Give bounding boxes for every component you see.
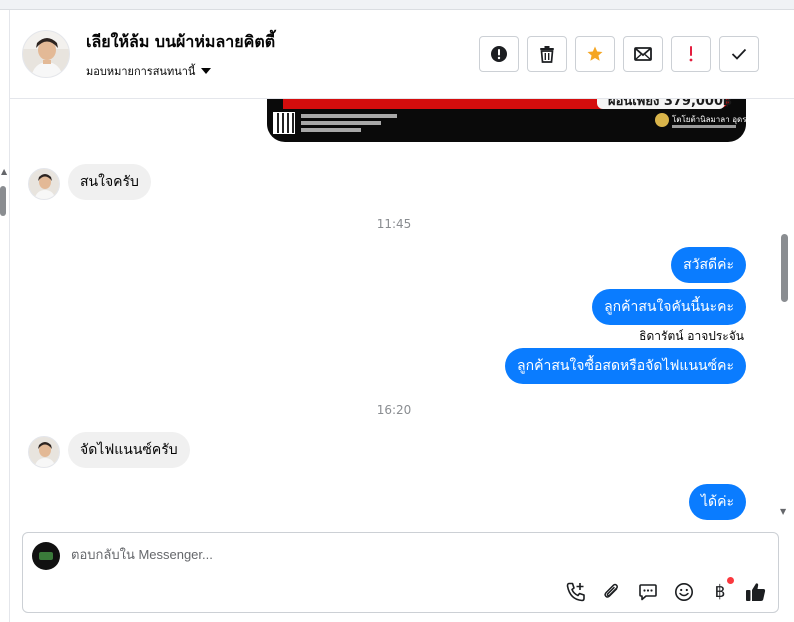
sender-name: ธิดารัตน์ อาจประจัน xyxy=(639,329,744,343)
image-attachment[interactable]: ผ่อนเพียง 379,000฿ โตโยต้านิลมาลา อุดรธา… xyxy=(267,99,746,142)
message-bubble-incoming[interactable]: จัดไฟแนนซ์ครับ xyxy=(68,432,190,468)
assign-conversation-dropdown[interactable]: มอบหมายการสนทนานี้ xyxy=(86,62,212,80)
paperclip-icon xyxy=(604,583,618,598)
mark-important-button[interactable] xyxy=(479,36,519,72)
contact-avatar-small[interactable] xyxy=(28,436,60,468)
thumbs-up-icon xyxy=(746,583,766,601)
page-avatar xyxy=(32,542,60,570)
contact-name[interactable]: เลียให้ล้ม บนผ้าห่มลายคิตตี้ xyxy=(86,30,275,55)
assign-label: มอบหมายการสนทนานี้ xyxy=(86,65,196,78)
message-bubble-incoming[interactable]: สนใจครับ xyxy=(68,164,151,200)
conversation-header: เลียให้ล้ม บนผ้าห่มลายคิตตี้ มอบหมายการส… xyxy=(10,10,794,99)
payment-button[interactable]: ฿ xyxy=(708,577,734,604)
saved-reply-button[interactable] xyxy=(636,580,660,604)
contact-avatar[interactable] xyxy=(22,30,70,78)
chat-scroll-down-arrow[interactable]: ▼ xyxy=(780,507,786,516)
check-icon xyxy=(731,48,747,60)
emoji-button[interactable] xyxy=(672,580,696,604)
like-button[interactable] xyxy=(744,580,768,604)
page-logo-icon xyxy=(39,552,53,560)
baht-icon: ฿ xyxy=(714,582,726,602)
spam-button[interactable] xyxy=(671,36,711,72)
dealer-logo-icon xyxy=(655,113,669,127)
exclamation-icon xyxy=(689,46,693,62)
chat-scrollbar-thumb[interactable] xyxy=(781,234,788,302)
message-bubble-outgoing[interactable]: ลูกค้าสนใจซื้อสดหรือจัดไฟแนนซ์คะ xyxy=(505,348,746,384)
saved-reply-icon xyxy=(639,584,657,601)
trash-icon xyxy=(540,46,554,63)
contact-avatar-small[interactable] xyxy=(28,168,60,200)
message-bubble-outgoing[interactable]: สวัสดีค่ะ xyxy=(671,247,746,283)
image-contact-line xyxy=(301,128,361,132)
message-bubble-outgoing[interactable]: ได้ค่ะ xyxy=(688,484,746,520)
call-add-icon xyxy=(566,582,585,602)
message-thread: ผ่อนเพียง 379,000฿ โตโยต้านิลมาลา อุดรธา… xyxy=(10,99,778,521)
conversation-actions xyxy=(479,36,759,72)
notification-dot xyxy=(727,577,734,584)
done-button[interactable] xyxy=(719,36,759,72)
caret-down-icon xyxy=(201,68,212,74)
window-top-border xyxy=(0,0,794,10)
left-scrollbar-thumb[interactable] xyxy=(0,186,6,216)
call-add-button[interactable] xyxy=(564,580,588,604)
qr-code-icon xyxy=(273,112,295,134)
delete-button[interactable] xyxy=(527,36,567,72)
left-scroll-up-arrow[interactable]: ▲ xyxy=(1,168,7,176)
emoji-icon xyxy=(675,583,693,601)
star-icon xyxy=(587,46,603,61)
message-composer: ฿ xyxy=(22,532,779,613)
timestamp: 11:45 xyxy=(376,217,412,231)
exclamation-circle-icon xyxy=(491,46,507,62)
chat-scrollbar-track[interactable] xyxy=(778,99,792,521)
attach-button[interactable] xyxy=(600,580,624,604)
image-contact-line xyxy=(301,114,397,118)
left-panel-edge xyxy=(0,10,10,622)
image-dealer-subline xyxy=(672,125,736,128)
image-price-text: ผ่อนเพียง 379,000฿ xyxy=(608,99,733,109)
reply-input[interactable] xyxy=(71,547,751,562)
envelope-icon xyxy=(634,47,652,61)
star-button[interactable] xyxy=(575,36,615,72)
message-bubble-outgoing[interactable]: ลูกค้าสนใจคันนี้นะคะ xyxy=(592,289,746,325)
image-contact-line xyxy=(301,121,381,125)
composer-tools: ฿ xyxy=(564,577,768,604)
timestamp: 16:20 xyxy=(376,403,412,417)
mark-unread-button[interactable] xyxy=(623,36,663,72)
